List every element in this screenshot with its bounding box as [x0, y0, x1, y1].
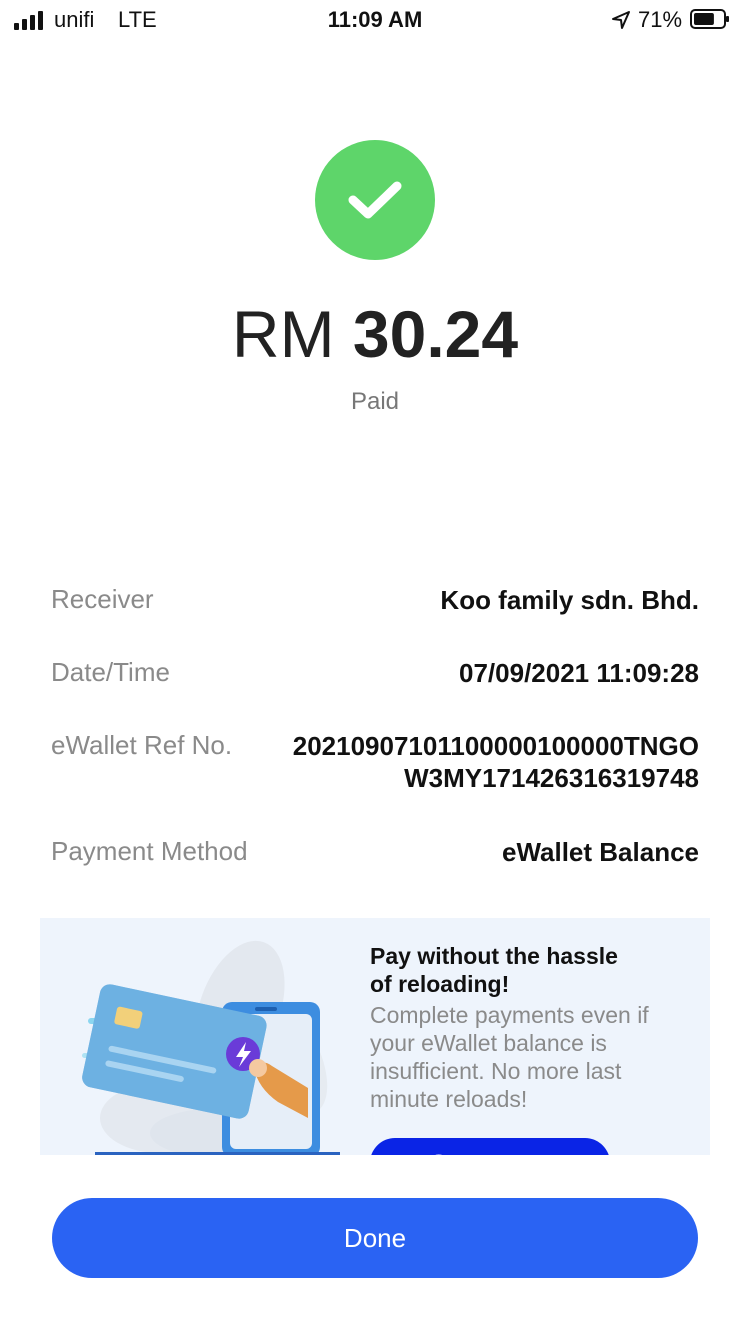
ref-no-line1: 20210907101100000100000TNGO: [292, 731, 699, 761]
promo-title-line1: Pay without the hassle: [370, 943, 618, 969]
promo-text-line4: minute reloads!: [370, 1086, 528, 1112]
battery-icon: [690, 9, 729, 29]
success-badge: [315, 140, 435, 260]
checkmark-icon: [348, 181, 402, 219]
currency-label: RM: [231, 297, 335, 371]
datetime-label: Date/Time: [51, 657, 170, 687]
payment-method-label: Payment Method: [51, 836, 248, 866]
status-bar: unifi LTE 11:09 AM 71%: [0, 0, 750, 40]
promo-title-line2: of reloading!: [370, 971, 510, 997]
promo-text-line3: insufficient. No more last: [370, 1058, 622, 1084]
promo-title: Pay without the hassle of reloading!: [370, 942, 690, 998]
payment-method-value: eWallet Balance: [501, 837, 699, 867]
promo-text-line1: Complete payments even if: [370, 1002, 649, 1028]
battery-percentage: 71%: [638, 7, 683, 32]
datetime-value: 07/09/2021 11:09:28: [459, 658, 699, 688]
set-up-now-button[interactable]: Set up now: [370, 1138, 610, 1155]
ref-no-label: eWallet Ref No.: [51, 730, 233, 760]
payment-amount: RM 30.24: [0, 294, 750, 374]
ref-no-line2: W3MY171426316319748: [404, 763, 699, 793]
promo-description: Complete payments even if your eWallet b…: [370, 1001, 690, 1113]
promo-text-line2: your eWallet balance is: [370, 1030, 607, 1056]
payment-status: Paid: [350, 388, 400, 415]
receiver-value: Koo family sdn. Bhd.: [440, 585, 699, 615]
amount-value: 30.24: [352, 297, 519, 371]
location-arrow-icon: [612, 11, 630, 29]
receiver-label: Receiver: [51, 584, 154, 614]
done-button[interactable]: Done: [52, 1198, 698, 1278]
promo-banner[interactable]: Pay without the hassle of reloading! Com…: [40, 918, 710, 1155]
card-phone-illustration: [82, 940, 340, 1155]
ref-no-value: 20210907101100000100000TNGO W3MY17142631…: [293, 730, 699, 794]
